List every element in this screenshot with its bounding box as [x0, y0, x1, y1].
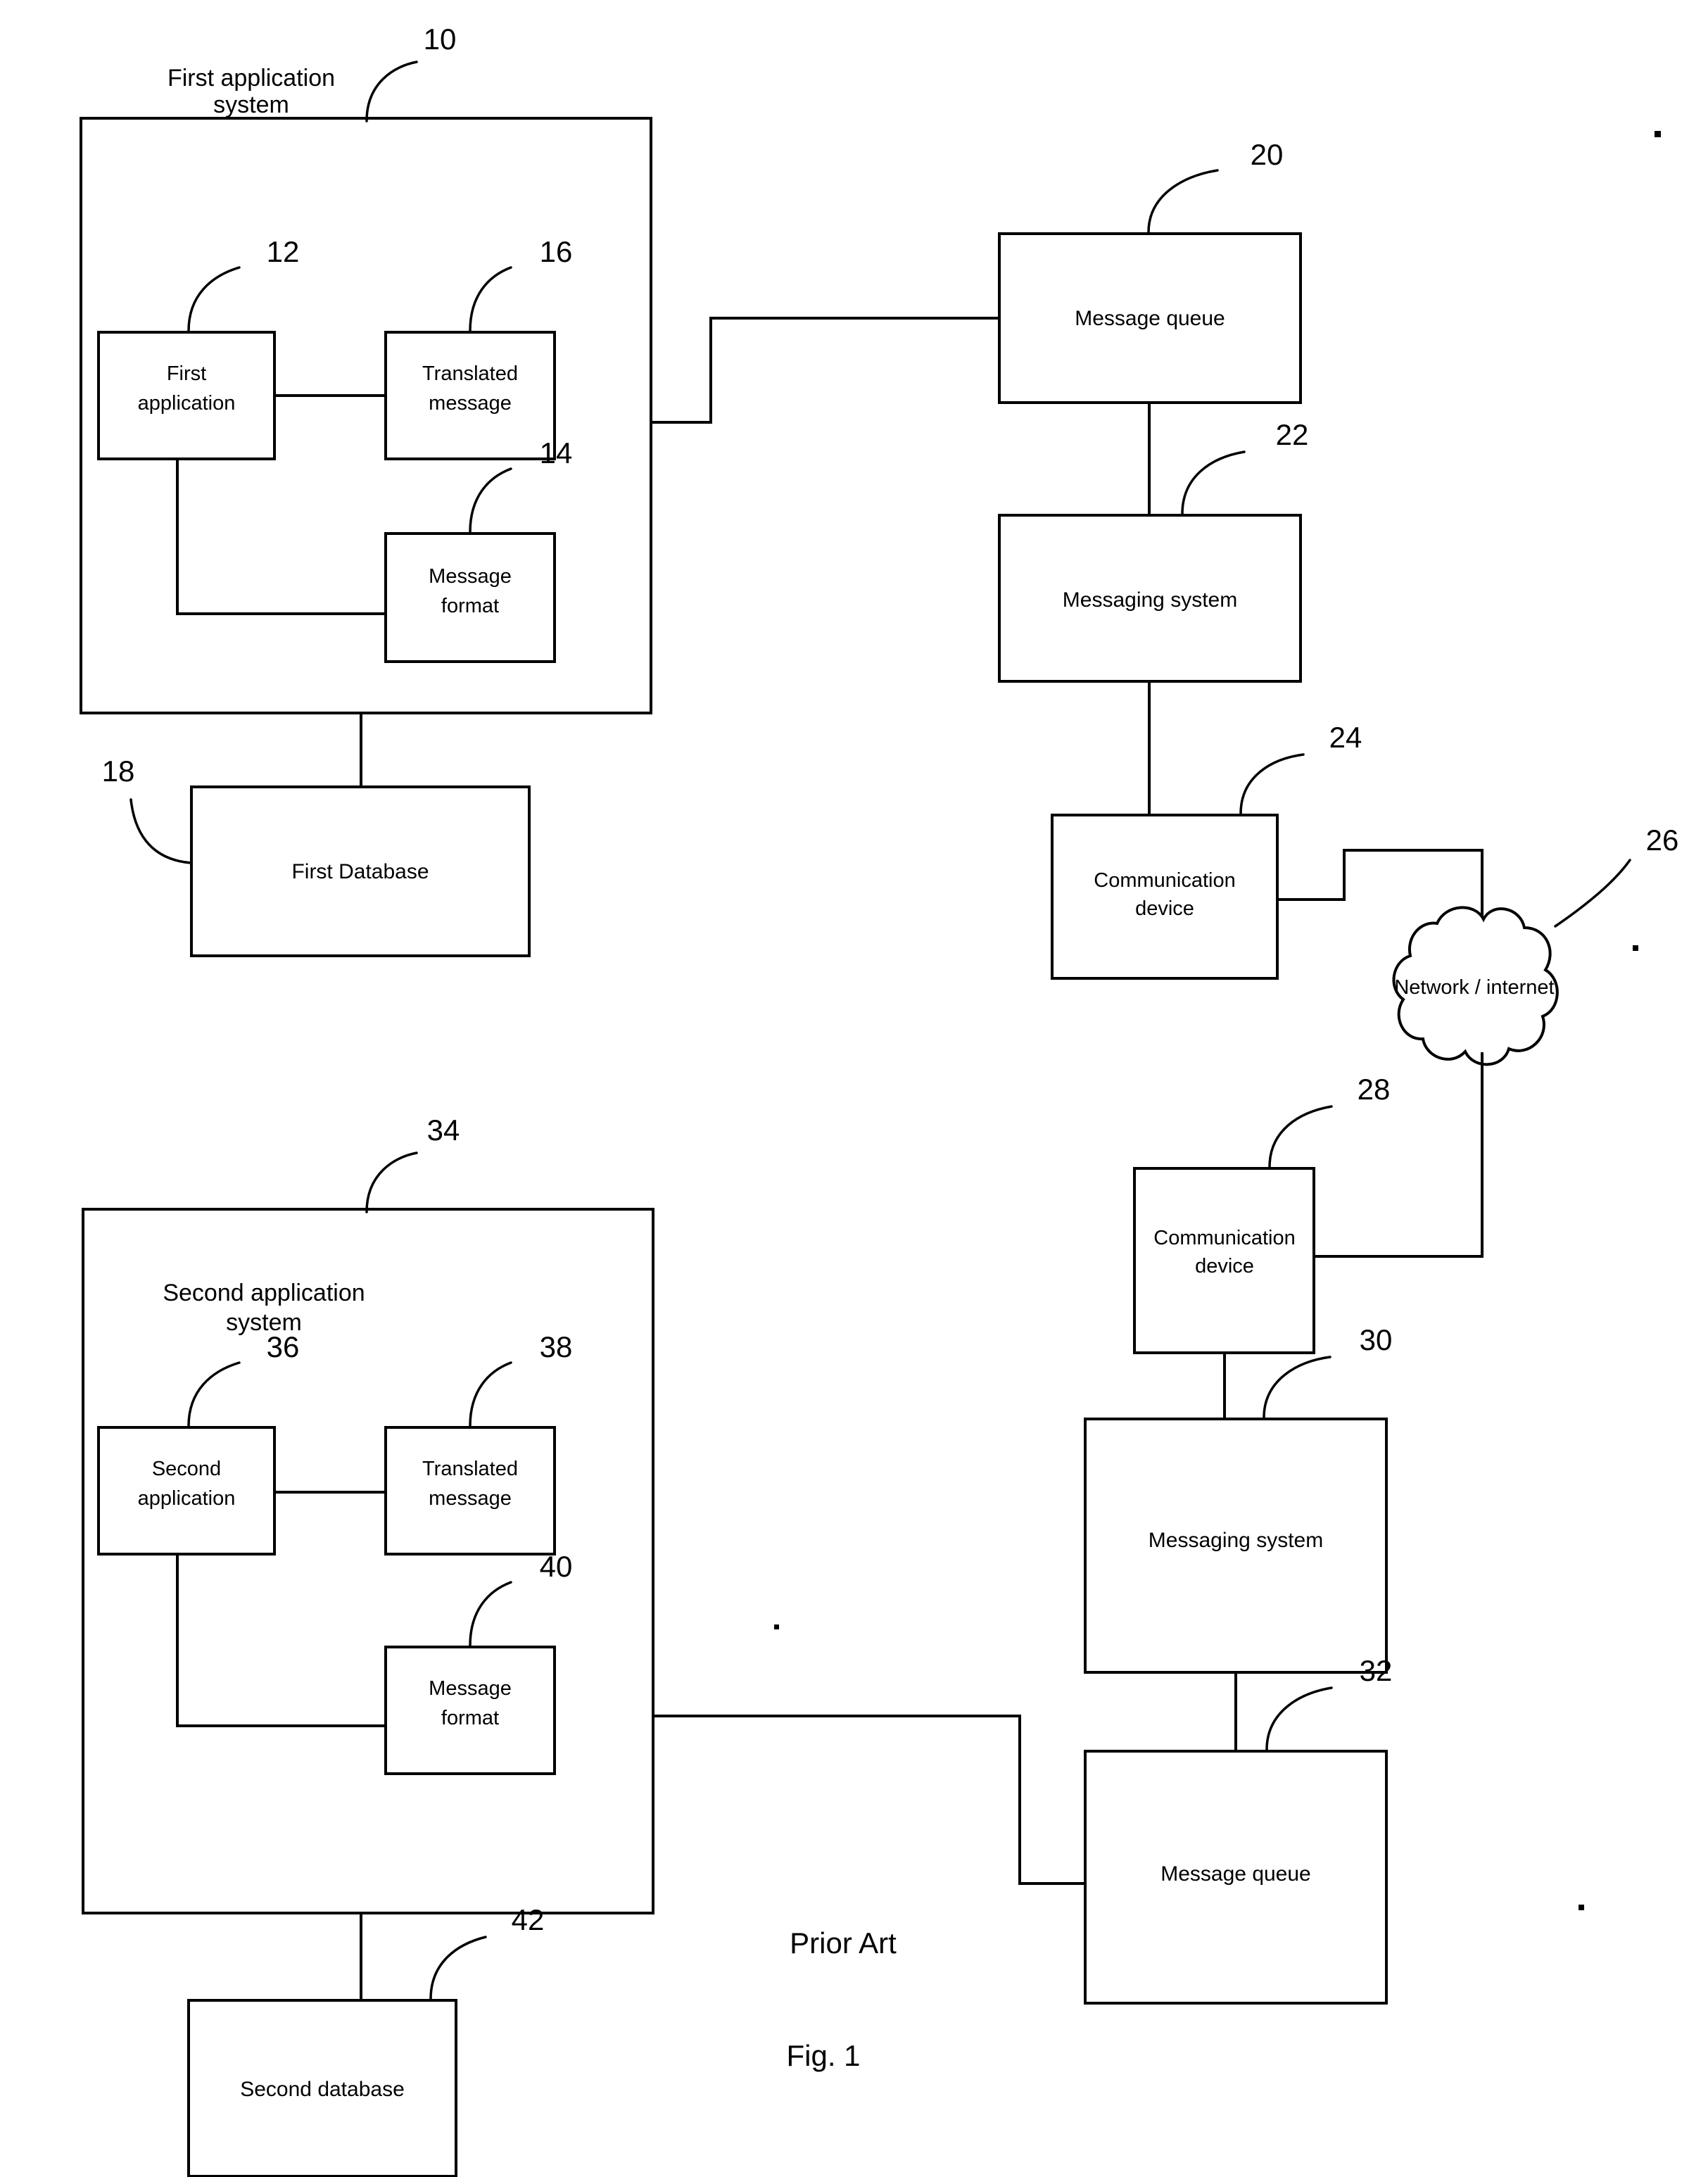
ref-number-12: 12	[267, 235, 300, 268]
leader-line-20	[1147, 169, 1219, 234]
message-format-label-1-line2: format	[441, 595, 499, 617]
ref-number-30: 30	[1360, 1323, 1393, 1356]
second-application-label-line1: Second	[152, 1458, 221, 1480]
first-application-label-line1: First	[167, 362, 206, 385]
ref-number-32: 32	[1360, 1654, 1393, 1687]
scan-speck-top-right	[1655, 131, 1661, 137]
ref-number-42: 42	[512, 1903, 545, 1936]
network-internet-cloud[interactable]: Network / internet	[1392, 906, 1559, 1066]
leader-line-34	[365, 1151, 418, 1213]
first-database-label: First Database	[291, 860, 429, 883]
leader-line-28	[1268, 1105, 1333, 1168]
communication-device-label-1-line2: device	[1135, 897, 1194, 920]
ref-number-24: 24	[1329, 721, 1362, 754]
first-application-label-line2: application	[138, 392, 236, 415]
network-internet-label: Network / internet	[1394, 976, 1554, 999]
second-application-system-title-line1: Second application	[163, 1280, 365, 1306]
ref-number-10: 10	[424, 23, 457, 56]
message-format-label-1-line1: Message	[429, 565, 512, 588]
connector-second-system-to-message-queue-2	[653, 1715, 1085, 1885]
ref-number-14: 14	[540, 436, 573, 469]
message-format-label-2-line1: Message	[429, 1677, 512, 1700]
connector-first-system-to-message-queue	[651, 317, 999, 424]
message-queue-label-1: Message queue	[1075, 307, 1225, 330]
translated-message-label-2-line1: Translated	[422, 1458, 518, 1480]
patent-figure-page: 10 First application system First applic…	[0, 0, 1708, 2177]
connector-network-to-comm-device-2	[1312, 1052, 1484, 1258]
leader-line-26	[1554, 859, 1631, 928]
leader-line-18	[129, 798, 193, 864]
first-application-system-title-line2: system	[213, 92, 289, 118]
ref-number-28: 28	[1358, 1073, 1391, 1106]
communication-device-box-1[interactable]	[1051, 814, 1279, 980]
communication-device-label-1-line1: Communication	[1094, 869, 1235, 892]
diagram-canvas: 10 First application system First applic…	[80, 23, 1679, 2177]
leader-line-32	[1265, 1686, 1333, 1751]
message-queue-label-2: Message queue	[1160, 1862, 1311, 1886]
leader-line-22	[1181, 450, 1246, 515]
message-format-label-2-line2: format	[441, 1707, 499, 1729]
second-application-label-line2: application	[138, 1487, 236, 1510]
leader-line-10	[365, 61, 418, 122]
ref-number-34: 34	[427, 1113, 460, 1147]
communication-device-label-2-line2: device	[1195, 1255, 1254, 1277]
scan-speck-mid-right	[1633, 945, 1638, 951]
leader-line-24	[1239, 753, 1305, 815]
messaging-system-label-2: Messaging system	[1149, 1529, 1323, 1552]
ref-number-22: 22	[1276, 418, 1309, 451]
ref-number-38: 38	[540, 1330, 573, 1363]
ref-number-18: 18	[102, 755, 135, 788]
translated-message-label-2-line2: message	[429, 1487, 512, 1510]
translated-message-label-1-line2: message	[429, 392, 512, 415]
ref-number-16: 16	[540, 235, 573, 268]
ref-number-40: 40	[540, 1550, 573, 1583]
leader-line-42	[429, 1936, 487, 2000]
caption-figure-number: Fig. 1	[786, 2039, 860, 2072]
communication-device-label-2-line1: Communication	[1153, 1227, 1295, 1249]
translated-message-label-1-line1: Translated	[422, 362, 518, 385]
caption-prior-art: Prior Art	[790, 1926, 897, 1960]
messaging-system-label-1: Messaging system	[1063, 588, 1237, 612]
ref-number-20: 20	[1251, 138, 1284, 171]
ref-number-36: 36	[267, 1330, 300, 1363]
leader-line-30	[1263, 1356, 1331, 1419]
scan-speck-bottom-right	[1579, 1905, 1584, 1910]
ref-number-26: 26	[1646, 824, 1679, 857]
second-database-label: Second database	[240, 2078, 405, 2101]
scan-speck-center	[774, 1624, 779, 1629]
first-application-system-title-line1: First application	[167, 65, 335, 92]
